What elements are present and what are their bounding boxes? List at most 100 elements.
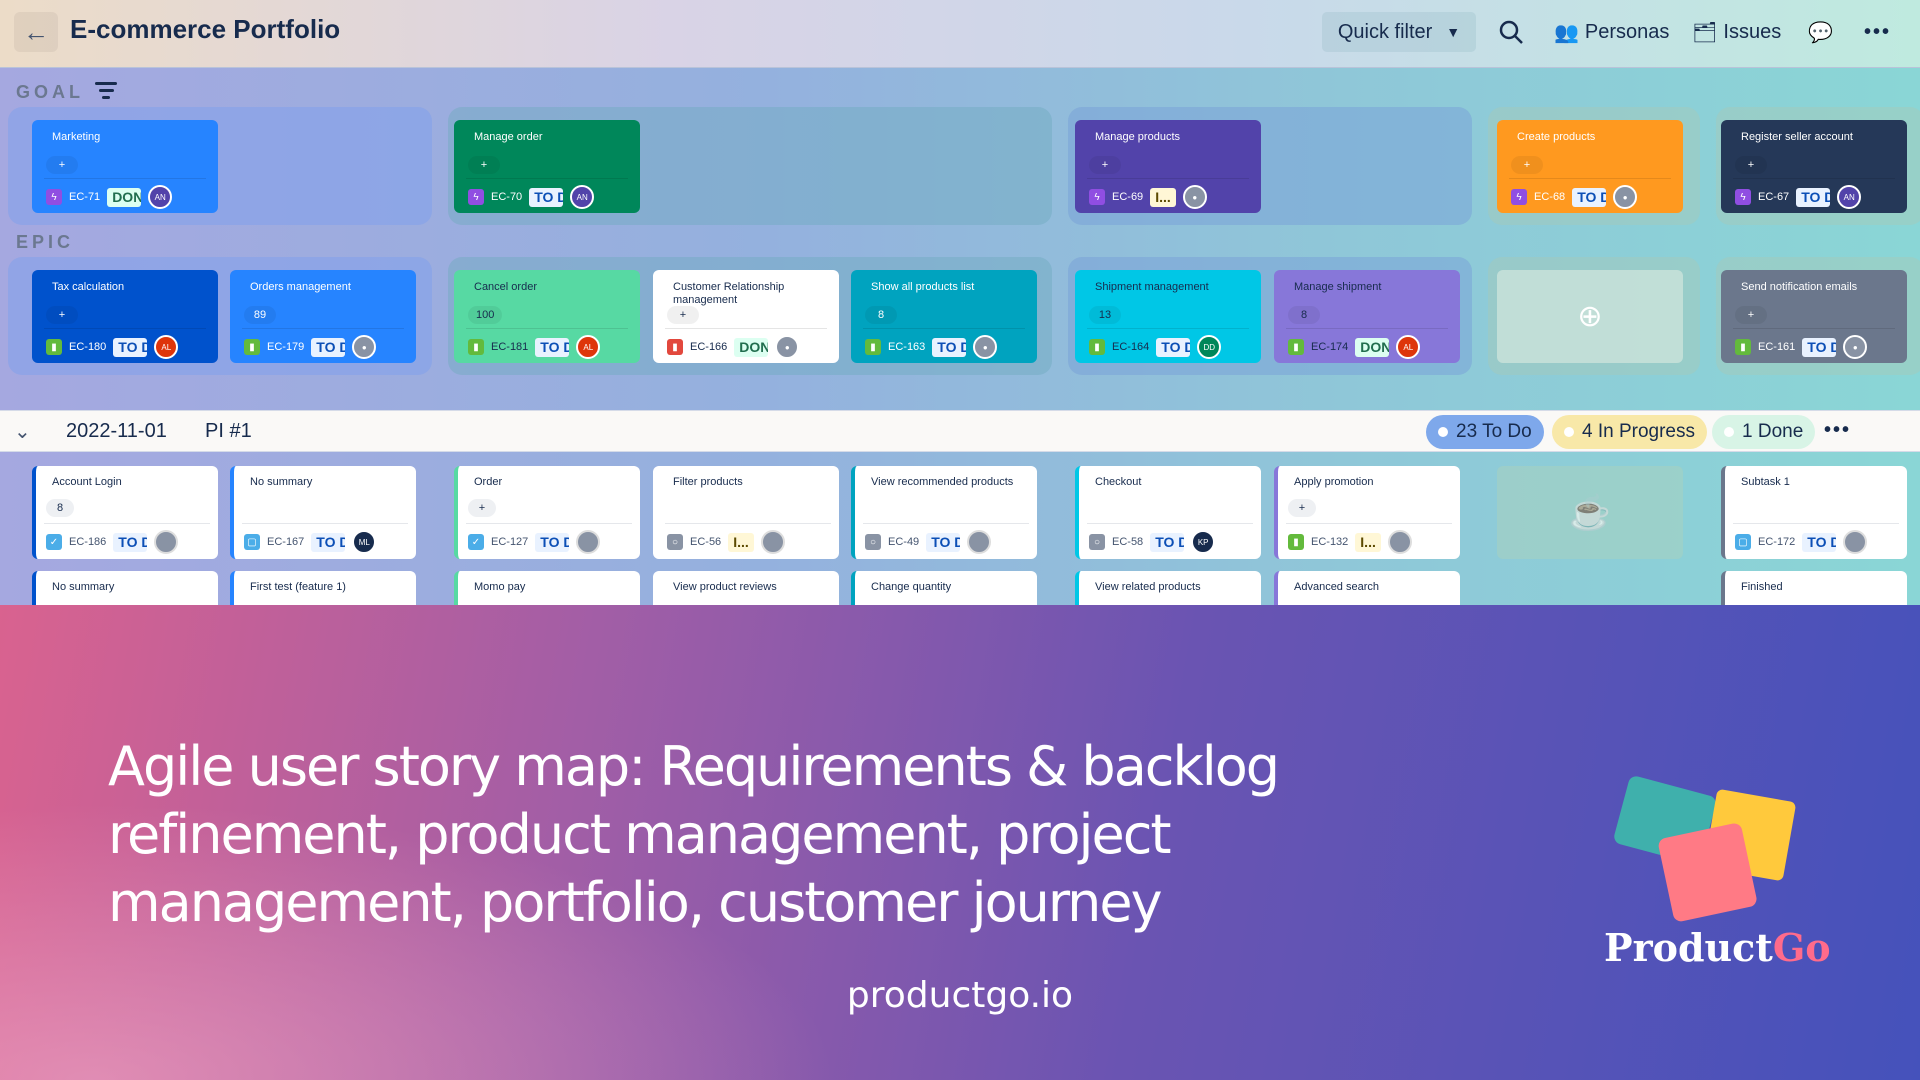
release-more-icon[interactable]: ••• [1824, 419, 1851, 442]
story-card[interactable]: Apply promotion + ▮ EC-132 I... [1274, 466, 1460, 559]
story-card[interactable]: View related products [1075, 571, 1261, 605]
story-card[interactable]: Finished [1721, 571, 1907, 605]
story-title: Apply promotion [1294, 476, 1374, 488]
status-lozenge[interactable]: TO DO [1796, 187, 1831, 207]
status-lozenge[interactable]: TO DO [113, 532, 148, 552]
epic-icon: ϟ [1511, 189, 1527, 205]
status-lozenge[interactable]: TO DO [932, 337, 967, 357]
issue-card[interactable]: Manage products + ϟ EC-69 I... ● [1075, 120, 1261, 213]
story-title: No summary [52, 581, 115, 593]
issue-card[interactable]: Create products + ϟ EC-68 TO DO ● [1497, 120, 1683, 213]
story-card[interactable]: Momo pay [454, 571, 640, 605]
status-lozenge[interactable]: I... [728, 532, 754, 552]
issue-key: EC-49 [888, 536, 920, 548]
status-lozenge[interactable]: TO DO [1802, 532, 1837, 552]
top-bar: ← E-commerce Portfolio Quick filter ▼ 👥 Pe… [0, 0, 1920, 68]
story-card[interactable]: Filter products ○ EC-56 I... [653, 466, 839, 559]
assignee-avatar[interactable]: AN [148, 185, 173, 209]
issue-card[interactable]: Marketing + ϟ EC-71 DONE AN [32, 120, 218, 213]
back-button[interactable]: ← [14, 12, 58, 52]
status-lozenge[interactable]: TO DO [1156, 337, 1191, 357]
issue-card[interactable]: Manage shipment 8 ▮ EC-174 DONE AL [1274, 270, 1460, 363]
status-lozenge[interactable]: TO DO [1150, 532, 1185, 552]
status-lozenge[interactable]: TO DO [311, 532, 346, 552]
status-lozenge[interactable]: TO DO [535, 532, 570, 552]
story-card[interactable]: No summary ▢ EC-167 TO DO ML [230, 466, 416, 559]
story-card[interactable]: Order + ✓ EC-127 TO DO [454, 466, 640, 559]
status-lozenge[interactable]: TO DO [113, 337, 148, 357]
assignee-avatar[interactable]: AL [576, 335, 601, 359]
users-icon: 👥 [1554, 21, 1579, 44]
story-card[interactable]: Change quantity [851, 571, 1037, 605]
status-lozenge[interactable]: TO DO [1572, 187, 1607, 207]
story-points: + [1735, 306, 1767, 324]
issue-card[interactable]: Send notification emails + ▮ EC-161 TO D… [1721, 270, 1907, 363]
status-lozenge[interactable]: TO DO [926, 532, 961, 552]
story-card[interactable]: No summary [32, 571, 218, 605]
assignee-avatar[interactable]: ● [1182, 185, 1207, 209]
assignee-avatar[interactable]: ● [352, 335, 377, 359]
status-lozenge[interactable]: DONE [1355, 337, 1390, 357]
assignee-avatar[interactable]: ● [1613, 185, 1638, 209]
status-lozenge[interactable]: I... [1150, 187, 1176, 207]
issue-card[interactable]: Tax calculation + ▮ EC-180 TO DO AL [32, 270, 218, 363]
subtask-icon: ▢ [244, 534, 260, 550]
assignee-avatar[interactable] [967, 530, 992, 554]
story-card[interactable]: First test (feature 1) [230, 571, 416, 605]
assignee-avatar[interactable] [154, 530, 179, 554]
assignee-avatar[interactable]: ● [1843, 335, 1868, 359]
issue-card[interactable]: Show all products list 8 ▮ EC-163 TO DO ● [851, 270, 1037, 363]
divider [1733, 328, 1895, 329]
user-icon: ● [1192, 192, 1198, 202]
personas-button[interactable]: 👥 Personas [1554, 14, 1669, 50]
status-lozenge[interactable]: DONE [734, 337, 769, 357]
card-title: Cancel order [474, 281, 537, 293]
assignee-avatar[interactable]: AL [154, 335, 179, 359]
assignee-avatar[interactable] [576, 530, 601, 554]
story-card[interactable]: View product reviews [653, 571, 839, 605]
story-card[interactable]: Account Login 8 ✓ EC-186 TO DO [32, 466, 218, 559]
issue-card[interactable]: Orders management 89 ▮ EC-179 TO DO ● [230, 270, 416, 363]
assignee-avatar[interactable]: ● [775, 335, 800, 359]
assignee-avatar[interactable]: AN [570, 185, 595, 209]
assignee-avatar[interactable]: KP [1191, 530, 1216, 554]
issue-card[interactable]: Cancel order 100 ▮ EC-181 TO DO AL [454, 270, 640, 363]
status-lozenge[interactable]: TO DO [311, 337, 346, 357]
divider [44, 178, 206, 179]
issue-card[interactable]: Shipment management 13 ▮ EC-164 TO DO DD [1075, 270, 1261, 363]
filter-icon[interactable] [94, 82, 118, 100]
website-url[interactable]: productgo.io [0, 975, 1920, 1016]
status-lozenge[interactable]: I... [1355, 532, 1381, 552]
add-epic-placeholder[interactable]: ⊕ [1497, 270, 1683, 363]
assignee-avatar[interactable]: DD [1197, 335, 1222, 359]
search-button[interactable] [1498, 14, 1524, 50]
assignee-avatar[interactable]: ● [973, 335, 998, 359]
issue-card[interactable]: Customer Relationship management + ▮ EC-… [653, 270, 839, 363]
assignee-avatar[interactable] [1843, 530, 1868, 554]
issue-card[interactable]: Register seller account + ϟ EC-67 TO DO A… [1721, 120, 1907, 213]
issue-card[interactable]: Manage order + ϟ EC-70 TO DO AN [454, 120, 640, 213]
issues-button[interactable]: 🗂 Issues [1692, 14, 1781, 50]
brand-part-a: Product [1604, 925, 1773, 970]
issue-key: EC-69 [1112, 191, 1144, 203]
issue-key: EC-164 [1112, 341, 1150, 353]
quick-filter-dropdown[interactable]: Quick filter ▼ [1322, 12, 1476, 52]
status-lozenge[interactable]: TO DO [1802, 337, 1837, 357]
collapse-chevron-icon[interactable]: ⌄ [14, 419, 31, 444]
story-card[interactable]: Subtask 1 ▢ EC-172 TO DO [1721, 466, 1907, 559]
more-button[interactable]: ••• [1864, 14, 1891, 50]
story-card[interactable]: View recommended products ○ EC-49 TO DO [851, 466, 1037, 559]
story-card[interactable]: Advanced search [1274, 571, 1460, 605]
status-lozenge[interactable]: TO DO [529, 187, 564, 207]
assignee-avatar[interactable]: ML [352, 530, 377, 554]
assignee-avatar[interactable] [1387, 530, 1412, 554]
assignee-avatar[interactable] [760, 530, 785, 554]
assignee-avatar[interactable]: AN [1837, 185, 1862, 209]
quick-filter-label: Quick filter [1337, 20, 1433, 43]
assignee-avatar[interactable]: AL [1396, 335, 1421, 359]
story-card[interactable]: Checkout ○ EC-58 TO DO KP [1075, 466, 1261, 559]
issue-key: EC-70 [491, 191, 523, 203]
status-lozenge[interactable]: TO DO [535, 337, 570, 357]
status-lozenge[interactable]: DONE [107, 187, 142, 207]
comments-button[interactable]: 💬 [1808, 14, 1833, 50]
